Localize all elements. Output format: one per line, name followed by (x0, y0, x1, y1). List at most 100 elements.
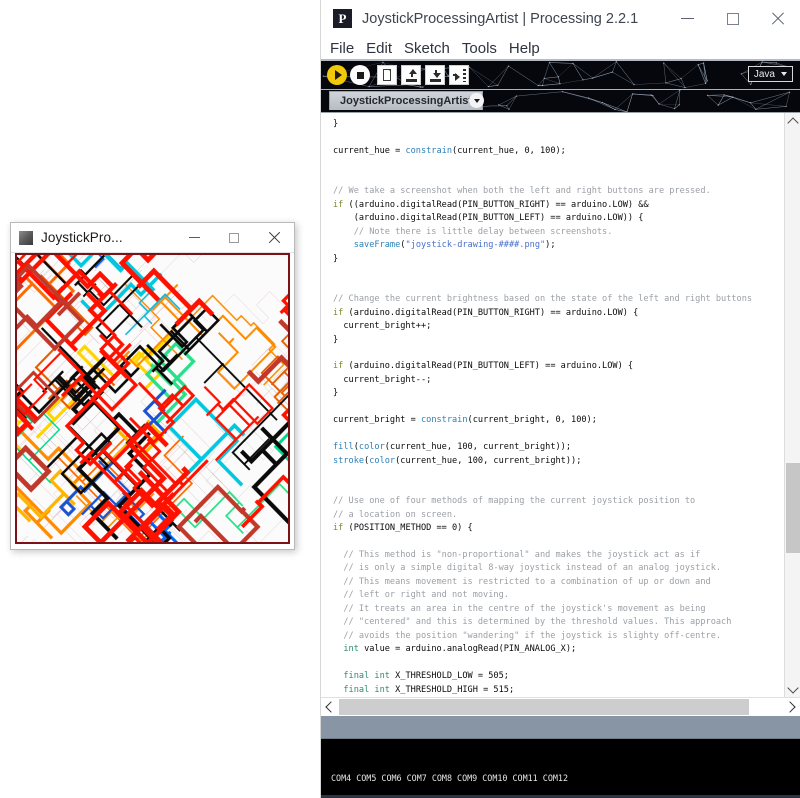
mode-selector[interactable]: Java (747, 66, 793, 82)
menu-help[interactable]: Help (509, 40, 540, 57)
save-arrow-down-icon (429, 69, 442, 82)
code-line: // This method is "non-proportional" and… (333, 549, 784, 562)
code-line: } (333, 253, 784, 266)
sketch-close-button[interactable] (254, 223, 294, 252)
code-token: value = arduino.analogRead(PIN_ANALOG_X)… (358, 644, 577, 655)
code-token: saveFrame (353, 240, 401, 251)
code-token: X_THRESHOLD_HIGH = 515; (389, 684, 515, 695)
code-line: // avoids the position "wandering" if th… (333, 630, 784, 643)
stop-button[interactable] (350, 65, 370, 85)
code-token: current_bright--; (333, 374, 432, 385)
editor-horizontal-scrollbar[interactable] (321, 697, 800, 716)
sketch-canvas-frame (15, 253, 290, 544)
scroll-right-button[interactable] (783, 698, 800, 716)
sketch-output-window: JoystickPro... (10, 222, 295, 550)
code-line: saveFrame("joystick-drawing-####.png"); (333, 239, 784, 252)
minimize-icon (188, 237, 200, 238)
run-button[interactable] (327, 65, 347, 85)
code-token: constrain (420, 415, 468, 426)
code-line: if ((arduino.digitalRead(PIN_BUTTON_RIGH… (333, 199, 784, 212)
menu-sketch[interactable]: Sketch (404, 40, 450, 57)
code-line: // This means movement is restricted to … (333, 576, 784, 589)
code-line: if (POSITION_METHOD == 0) { (333, 522, 784, 535)
code-line: // is only a simple digital 8-way joysti… (333, 562, 784, 575)
scroll-down-button[interactable] (785, 681, 800, 697)
tab-menu-button[interactable] (469, 93, 484, 108)
code-line: // "centered" and this is determined by … (333, 616, 784, 629)
code-line: } (333, 387, 784, 400)
pde-titlebar[interactable]: P JoystickProcessingArtist | Processing … (321, 0, 800, 37)
scroll-up-button[interactable] (785, 113, 800, 129)
code-line: if (arduino.digitalRead(PIN_BUTTON_RIGHT… (333, 307, 784, 320)
chevron-down-icon (781, 72, 787, 76)
horizontal-scroll-thumb[interactable] (339, 699, 749, 715)
menu-tools[interactable]: Tools (462, 40, 497, 57)
code-line: // Use one of four methods of mapping th… (333, 495, 784, 508)
open-arrow-up-icon (405, 68, 418, 82)
generative-artwork-canvas[interactable] (17, 255, 288, 542)
code-token: current_hue = (333, 145, 406, 156)
code-token: (arduino.digitalRead(PIN_BUTTON_LEFT) ==… (333, 213, 644, 224)
pde-close-button[interactable] (755, 1, 800, 37)
menu-edit[interactable]: Edit (366, 40, 392, 57)
sketch-maximize-button[interactable] (214, 223, 254, 252)
menu-file[interactable]: File (330, 40, 354, 57)
code-text[interactable]: } current_hue = constrain (current_hue, 0… (321, 113, 784, 697)
code-line: } (333, 334, 784, 347)
chevron-down-icon (473, 98, 480, 103)
maximize-icon (726, 12, 739, 25)
code-token: // This means movement is restricted to … (333, 576, 711, 587)
scroll-left-button[interactable] (321, 698, 338, 716)
code-token: // We take a screenshot when both the le… (333, 186, 711, 197)
sketch-minimize-button[interactable] (174, 223, 214, 252)
tab-joystickprocessingartist[interactable]: JoystickProcessingArtist (329, 91, 484, 110)
chevron-right-icon (784, 701, 796, 713)
code-line: // Note there is little delay between sc… (333, 226, 784, 239)
chevron-down-icon (787, 681, 799, 694)
code-line: // It treats an area in the centre of th… (333, 603, 784, 616)
code-token: int (374, 684, 390, 695)
console-divider[interactable] (321, 716, 800, 739)
export-button[interactable] (449, 65, 469, 85)
code-token: color (358, 442, 385, 453)
new-button[interactable] (377, 65, 397, 85)
pde-toolbar: Java (321, 59, 800, 90)
code-line: // left or right and not moving. (333, 589, 784, 602)
code-token: (current_hue, 0, 100); (452, 145, 566, 156)
pde-minimize-button[interactable] (665, 1, 710, 37)
pde-maximize-button[interactable] (710, 1, 755, 37)
code-line: final int X_THRESHOLD_HIGH = 515; (333, 684, 784, 697)
vertical-scroll-thumb[interactable] (786, 463, 800, 553)
code-line: (arduino.digitalRead(PIN_BUTTON_LEFT) ==… (333, 212, 784, 225)
save-button[interactable] (425, 65, 445, 85)
code-line: } (333, 118, 784, 131)
sketch-titlebar[interactable]: JoystickPro... (11, 223, 294, 253)
code-line: current_bright--; (333, 374, 784, 387)
pde-window-title: JoystickProcessingArtist | Processing 2.… (362, 10, 639, 27)
code-line: final int X_THRESHOLD_LOW = 505; (333, 670, 784, 683)
editor-vertical-scrollbar[interactable] (784, 113, 800, 697)
pde-menubar: File Edit Sketch Tools Help (321, 37, 800, 59)
sketch-app-icon (19, 230, 33, 245)
code-token: color (369, 455, 396, 466)
open-button[interactable] (401, 65, 421, 85)
screen: JoystickPro... P JoystickProcessingArtis… (0, 0, 800, 798)
code-token: if (333, 361, 344, 372)
minimize-icon (681, 17, 694, 20)
maximize-icon (229, 232, 239, 243)
code-token: // This method is "non-proportional" and… (333, 550, 701, 560)
code-token: // It treats an area in the centre of th… (333, 603, 706, 614)
pde-tabbar: JoystickProcessingArtist (321, 90, 800, 113)
processing-pde-window: P JoystickProcessingArtist | Processing … (320, 0, 800, 798)
code-token: X_THRESHOLD_LOW = 505; (389, 671, 509, 682)
code-token: // Change the current brightness based o… (333, 294, 753, 305)
code-token: // is only a simple digital 8-way joysti… (333, 563, 722, 574)
